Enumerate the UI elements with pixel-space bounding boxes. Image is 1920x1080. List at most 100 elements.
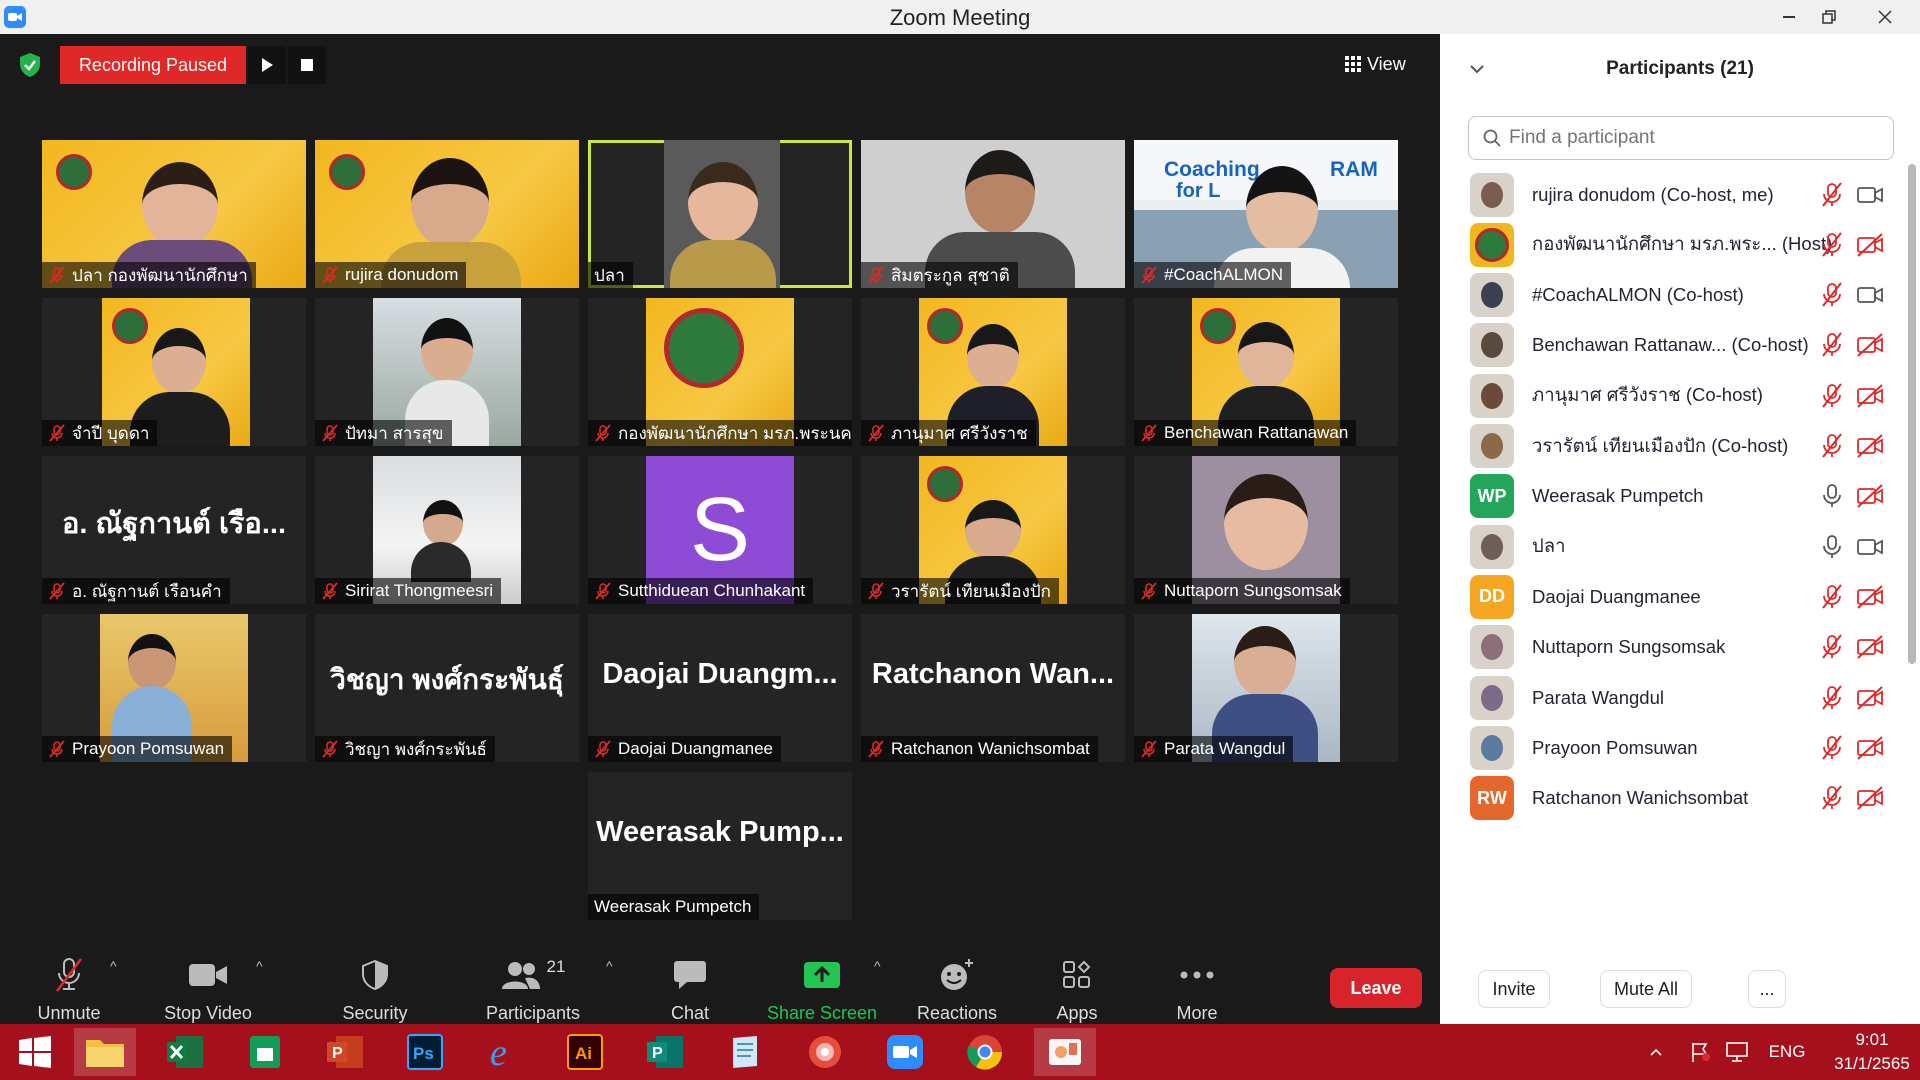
video-off-icon[interactable] bbox=[1856, 484, 1884, 509]
panel-more-button[interactable]: ... bbox=[1748, 970, 1786, 1008]
mic-muted-icon[interactable] bbox=[1820, 282, 1844, 308]
powerpoint-icon[interactable]: P bbox=[314, 1028, 376, 1076]
video-off-icon[interactable] bbox=[1856, 736, 1884, 760]
mic-muted-icon[interactable] bbox=[1820, 634, 1844, 660]
video-tile[interactable]: Daojai Duangm... Daojai Duangmanee bbox=[588, 614, 852, 762]
video-tile[interactable]: Ratchanon Wan... Ratchanon Wanichsombat bbox=[861, 614, 1125, 762]
windows-start-icon[interactable] bbox=[4, 1028, 66, 1076]
mute-all-button[interactable]: Mute All bbox=[1600, 970, 1692, 1008]
video-tile[interactable]: Prayoon Pomsuwan bbox=[42, 614, 306, 762]
mic-muted-icon bbox=[595, 740, 611, 758]
encryption-shield-icon[interactable] bbox=[18, 52, 42, 78]
notification-flag-icon[interactable] bbox=[1686, 1024, 1716, 1080]
internet-explorer-icon[interactable]: e bbox=[474, 1028, 536, 1076]
video-off-icon[interactable] bbox=[1856, 585, 1884, 609]
participant-search[interactable] bbox=[1468, 116, 1894, 160]
excel-icon[interactable] bbox=[154, 1028, 216, 1076]
invite-button[interactable]: Invite bbox=[1478, 970, 1550, 1008]
search-input[interactable] bbox=[1507, 126, 1851, 150]
mic-muted-icon[interactable] bbox=[1820, 584, 1844, 610]
resume-recording-button[interactable] bbox=[248, 46, 286, 84]
video-on-icon[interactable] bbox=[1856, 283, 1884, 307]
video-tile[interactable]: Coaching for L RAM #CoachALMON bbox=[1134, 140, 1398, 288]
video-tile[interactable]: กองพัฒนานักศึกษา มรภ.พระนคร bbox=[588, 298, 852, 446]
mic-muted-icon[interactable] bbox=[1820, 785, 1844, 811]
video-off-icon[interactable] bbox=[1856, 383, 1884, 408]
more-button[interactable]: More bbox=[1156, 940, 1238, 1030]
mic-muted-icon[interactable] bbox=[1820, 232, 1844, 258]
reactions-button[interactable]: Reactions bbox=[910, 940, 1004, 1030]
network-icon[interactable] bbox=[1722, 1024, 1752, 1080]
participant-row[interactable]: RW Ratchanon Wanichsombat bbox=[1440, 768, 1900, 829]
video-off-icon[interactable] bbox=[1856, 233, 1884, 257]
video-tile[interactable]: ภานุมาศ ศรีวังราช bbox=[861, 298, 1125, 446]
video-tile[interactable]: สิมตระกูล สุชาติ bbox=[861, 140, 1125, 288]
video-tile[interactable]: Nuttaporn Sungsomsak bbox=[1134, 456, 1398, 604]
sheets-green-icon[interactable] bbox=[234, 1028, 296, 1076]
video-options-caret-icon[interactable]: ^ bbox=[256, 958, 263, 974]
video-on-icon[interactable] bbox=[1856, 183, 1884, 207]
share-options-caret-icon[interactable]: ^ bbox=[874, 958, 881, 974]
mic-muted-icon[interactable] bbox=[1820, 684, 1844, 711]
video-tile[interactable]: Parata Wangdul bbox=[1134, 614, 1398, 762]
participant-list-scrollbar[interactable] bbox=[1908, 164, 1916, 664]
video-tile[interactable]: S Sutthiduean Chunhakant bbox=[588, 456, 852, 604]
video-tile[interactable]: ปลา กองพัฒนานักศึกษา bbox=[42, 140, 306, 288]
mic-icon[interactable] bbox=[1820, 534, 1844, 560]
file-explorer-icon[interactable] bbox=[74, 1028, 136, 1076]
chat-button[interactable]: Chat bbox=[650, 940, 730, 1030]
notepad-icon[interactable] bbox=[714, 1028, 776, 1076]
publisher-icon[interactable]: P bbox=[634, 1028, 696, 1076]
apps-button[interactable]: Apps bbox=[1036, 940, 1118, 1030]
stop-recording-button[interactable] bbox=[288, 46, 326, 84]
chrome-icon[interactable] bbox=[954, 1028, 1016, 1076]
close-button[interactable] bbox=[1858, 0, 1912, 34]
video-off-icon[interactable] bbox=[1856, 786, 1884, 810]
mic-muted-icon[interactable] bbox=[1820, 181, 1844, 208]
mic-muted-icon bbox=[868, 740, 884, 758]
audio-options-caret-icon[interactable]: ^ bbox=[110, 958, 117, 974]
participant-name: #CoachALMON (Co-host) bbox=[1532, 284, 1744, 306]
illustrator-icon[interactable]: Ai bbox=[554, 1028, 616, 1076]
leave-button[interactable]: Leave bbox=[1330, 968, 1422, 1008]
zoom-app-icon[interactable] bbox=[874, 1028, 936, 1076]
participant-name: วรารัตน์ เทียนเมืองปัก (Co-host) bbox=[1532, 434, 1789, 456]
photos-app-icon[interactable] bbox=[1034, 1028, 1096, 1076]
video-tile[interactable]: rujira donudom bbox=[315, 140, 579, 288]
video-off-icon[interactable] bbox=[1856, 685, 1884, 710]
photoshop-icon[interactable]: Ps bbox=[394, 1028, 456, 1076]
mic-muted-icon[interactable] bbox=[1820, 433, 1844, 459]
video-tile-active-speaker[interactable]: ปลา bbox=[588, 140, 852, 288]
photoscape-icon[interactable] bbox=[794, 1028, 856, 1076]
unmute-button[interactable]: Unmute bbox=[24, 940, 114, 1030]
mic-muted-icon[interactable] bbox=[1820, 383, 1844, 409]
mic-muted-icon[interactable] bbox=[1820, 332, 1844, 358]
video-tile[interactable]: วิชญา พงศ์กระพันธุ์ วิชญา พงศ์กระพันธ์ bbox=[315, 614, 579, 762]
university-logo-icon bbox=[329, 154, 365, 190]
participants-options-caret-icon[interactable]: ^ bbox=[606, 958, 613, 974]
video-off-icon[interactable] bbox=[1856, 635, 1884, 659]
video-off-icon[interactable] bbox=[1856, 434, 1884, 458]
share-screen-button[interactable]: Share Screen bbox=[766, 940, 878, 1030]
view-button[interactable]: View bbox=[1345, 46, 1427, 82]
stop-video-button[interactable]: Stop Video bbox=[156, 940, 260, 1030]
video-tile[interactable]: วรารัตน์ เทียนเมืองปัก bbox=[861, 456, 1125, 604]
video-tile[interactable]: Sirirat Thongmeesri bbox=[315, 456, 579, 604]
mic-icon[interactable] bbox=[1820, 483, 1844, 509]
mic-muted-icon bbox=[595, 582, 611, 600]
security-button[interactable]: Security bbox=[330, 940, 420, 1030]
input-language-indicator[interactable]: ENG bbox=[1762, 1024, 1812, 1080]
video-tile[interactable]: จำปี บุดดา bbox=[42, 298, 306, 446]
mic-muted-icon[interactable] bbox=[1820, 735, 1844, 761]
system-clock[interactable]: 9:01 31/1/2565 bbox=[1830, 1028, 1914, 1076]
restore-button[interactable] bbox=[1806, 0, 1852, 34]
video-tile[interactable]: Weerasak Pump... Weerasak Pumpetch bbox=[588, 772, 852, 920]
video-tile[interactable]: Benchawan Rattanawan bbox=[1134, 298, 1398, 446]
university-logo-icon bbox=[56, 154, 92, 190]
participants-button[interactable]: 21 Participants bbox=[478, 940, 588, 1030]
show-hidden-icons-chevron-icon[interactable] bbox=[1644, 1024, 1668, 1080]
video-tile[interactable]: อ. ณัฐกานต์ เรือ... อ. ณัฐกานต์ เรือนคำ bbox=[42, 456, 306, 604]
video-on-icon[interactable] bbox=[1856, 535, 1884, 559]
video-off-icon[interactable] bbox=[1856, 333, 1884, 358]
video-tile[interactable]: ปัทมา สารสุข bbox=[315, 298, 579, 446]
